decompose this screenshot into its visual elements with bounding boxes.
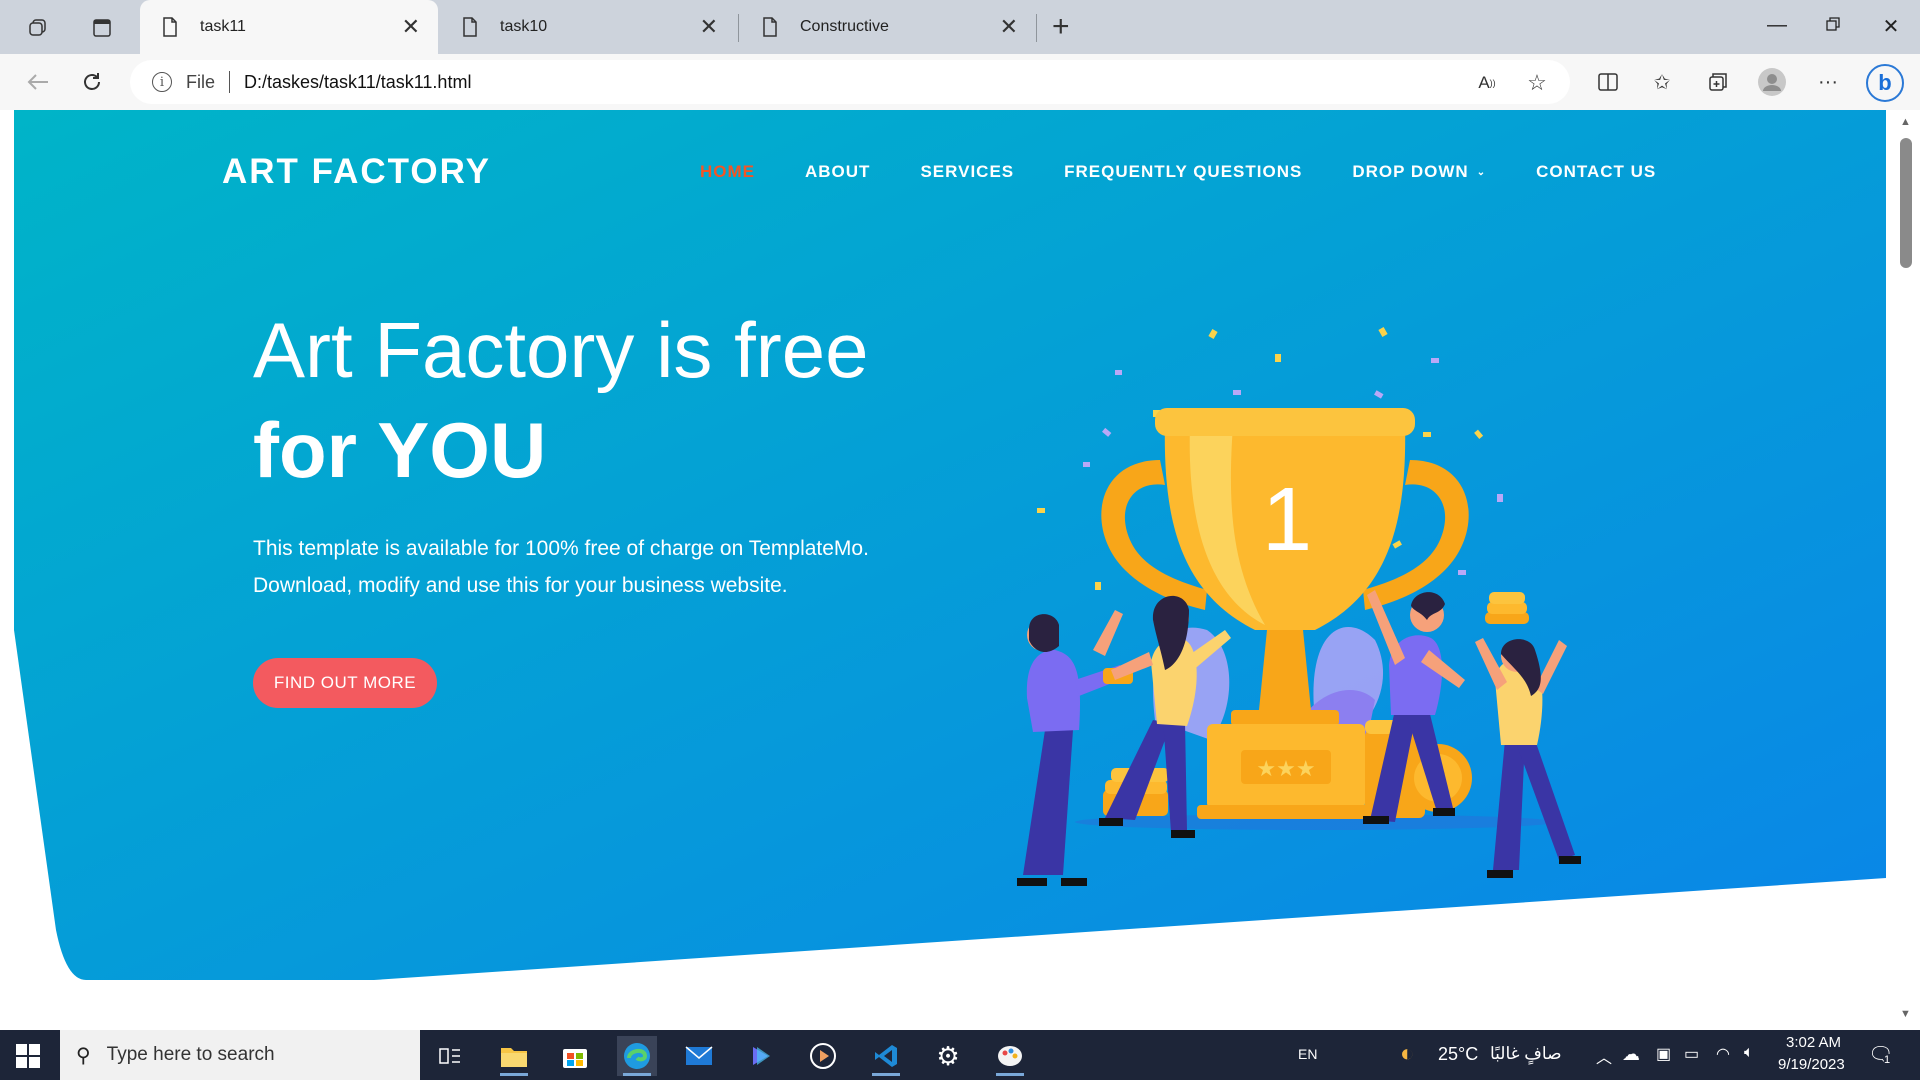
close-icon[interactable]: ✕: [1000, 16, 1018, 38]
read-aloud-icon[interactable]: A)): [1474, 70, 1500, 96]
nav-about[interactable]: ABOUT: [805, 162, 870, 182]
edge-browser-icon[interactable]: [617, 1036, 657, 1076]
search-placeholder: Type here to search: [106, 1044, 275, 1065]
back-icon[interactable]: [24, 68, 52, 96]
document-icon: [463, 17, 477, 37]
document-icon: [763, 17, 777, 37]
window-close-icon[interactable]: ✕: [1876, 14, 1906, 39]
running-indicator: [500, 1073, 528, 1076]
site-logo[interactable]: ART FACTORY: [222, 152, 491, 192]
address-bar[interactable]: i File D:/taskes/task11/task11.html A)) …: [130, 60, 1570, 104]
trophy-number: 1: [1262, 470, 1312, 570]
info-icon[interactable]: i: [152, 72, 172, 92]
document-icon: [163, 17, 177, 37]
clock-time[interactable]: 3:02 AM: [1786, 1034, 1841, 1051]
copilot-app-icon[interactable]: [741, 1036, 781, 1076]
language-indicator[interactable]: EN: [1298, 1046, 1317, 1062]
tab-task11[interactable]: task11 ✕: [140, 0, 438, 54]
running-indicator: [623, 1073, 651, 1076]
plaque-stars-icon: ★★★: [1256, 757, 1315, 782]
workspaces-icon[interactable]: [22, 12, 54, 44]
nav-frequently-questions[interactable]: FREQUENTLY QUESTIONS: [1064, 162, 1302, 182]
close-icon[interactable]: ✕: [700, 16, 718, 38]
media-player-icon[interactable]: [803, 1036, 843, 1076]
hero-title-line1: Art Factory is free: [253, 306, 869, 394]
url-text[interactable]: D:/taskes/task11/task11.html: [244, 72, 471, 93]
hero-description: This template is available for 100% free…: [253, 537, 869, 597]
tab-strip: task11 ✕ task10 ✕ Constructive ✕ + — ✕: [0, 0, 1920, 54]
page-scrollbar[interactable]: ▲ ▼: [1892, 110, 1920, 1030]
hero-title-prefix: for: [253, 406, 378, 494]
show-hidden-icons-chevron-icon[interactable]: ︿: [1596, 1044, 1612, 1068]
trophy-rim: [1155, 408, 1415, 436]
collections-icon[interactable]: [1704, 68, 1732, 96]
volume-icon[interactable]: 🔈︎: [1744, 1044, 1754, 1062]
minimize-icon[interactable]: —: [1762, 14, 1792, 37]
microsoft-store-icon[interactable]: [555, 1036, 595, 1076]
tab-title: task11: [200, 18, 246, 35]
onedrive-cloud-icon[interactable]: ☁: [1622, 1044, 1640, 1065]
close-icon[interactable]: ✕: [402, 16, 420, 38]
more-menu-icon[interactable]: ···: [1814, 68, 1842, 96]
trophy-stem: [1259, 630, 1311, 710]
refresh-icon[interactable]: [78, 68, 106, 96]
trophy-illustration: 1 ★★★ $: [1017, 327, 1581, 886]
split-screen-icon[interactable]: [1594, 68, 1622, 96]
notification-count: 1: [1884, 1054, 1891, 1066]
main-nav: HOME ABOUT SERVICES FREQUENTLY QUESTIONS…: [700, 162, 1706, 182]
tab-title: task10: [500, 18, 548, 35]
weather-temp[interactable]: 25°C: [1438, 1044, 1478, 1065]
person-woman-right: [1475, 592, 1581, 878]
nav-home[interactable]: HOME: [700, 162, 755, 182]
profile-avatar[interactable]: [1758, 68, 1786, 96]
hero-title: Art Factory is free for YOU: [253, 300, 868, 500]
person-bearded: [1017, 610, 1133, 886]
tab-task10[interactable]: task10 ✕: [440, 0, 736, 54]
tab-constructive[interactable]: Constructive ✕: [740, 0, 1036, 54]
tab-title: Constructive: [800, 18, 889, 35]
running-indicator: [996, 1073, 1024, 1076]
hero-title-strong: YOU: [377, 406, 547, 494]
scroll-thumb[interactable]: [1900, 138, 1912, 268]
tab-separator: [738, 14, 739, 42]
paint-icon[interactable]: [990, 1036, 1030, 1076]
nav-contact-us[interactable]: CONTACT US: [1536, 162, 1656, 182]
nav-drop-down-label: DROP DOWN: [1352, 162, 1469, 181]
wifi-icon[interactable]: ◠: [1716, 1044, 1730, 1064]
favorites-icon[interactable]: ✩: [1648, 68, 1676, 96]
scroll-down-icon[interactable]: ▼: [1900, 1008, 1911, 1020]
find-out-more-button[interactable]: FIND OUT MORE: [253, 658, 437, 708]
new-tab-button[interactable]: +: [1052, 10, 1070, 44]
vscode-icon[interactable]: [866, 1036, 906, 1076]
windows-taskbar: ⚲ Type here to search ⚙ EN ◐ 25°C صافٍ غ…: [0, 1030, 1920, 1080]
search-icon: ⚲: [76, 1044, 91, 1067]
settings-gear-icon[interactable]: ⚙: [928, 1036, 968, 1076]
meet-now-icon[interactable]: ▣: [1656, 1044, 1671, 1064]
weather-icon[interactable]: ◐: [1400, 1040, 1415, 1068]
file-explorer-icon[interactable]: [494, 1036, 534, 1076]
favorite-star-icon[interactable]: ☆: [1524, 70, 1550, 96]
page-viewport: ART FACTORY HOME ABOUT SERVICES FREQUENT…: [0, 110, 1920, 1030]
task-view-icon[interactable]: [430, 1036, 470, 1076]
clock-date[interactable]: 9/19/2023: [1778, 1056, 1845, 1073]
taskbar-search-box[interactable]: ⚲ Type here to search: [60, 1030, 420, 1080]
mail-icon[interactable]: [679, 1036, 719, 1076]
nav-drop-down[interactable]: DROP DOWN ⌄: [1352, 162, 1486, 182]
running-indicator: [872, 1073, 900, 1076]
nav-services[interactable]: SERVICES: [920, 162, 1014, 182]
chevron-down-icon: ⌄: [1476, 166, 1487, 178]
weather-text[interactable]: صافٍ غالبًا: [1490, 1044, 1562, 1064]
trophy-neck: [1231, 710, 1339, 726]
divider: [229, 71, 231, 93]
restore-icon[interactable]: [1818, 14, 1848, 37]
tab-actions-icon[interactable]: [86, 12, 118, 44]
protocol-label: File: [186, 71, 216, 92]
battery-icon[interactable]: ▭: [1684, 1044, 1699, 1064]
browser-toolbar: i File D:/taskes/task11/task11.html A)) …: [0, 54, 1920, 110]
tab-separator: [1036, 14, 1037, 42]
trophy-foot: [1197, 805, 1375, 819]
scroll-up-icon[interactable]: ▲: [1900, 116, 1911, 128]
windows-start-icon[interactable]: [14, 1042, 42, 1070]
bing-copilot-icon[interactable]: b: [1866, 64, 1904, 102]
